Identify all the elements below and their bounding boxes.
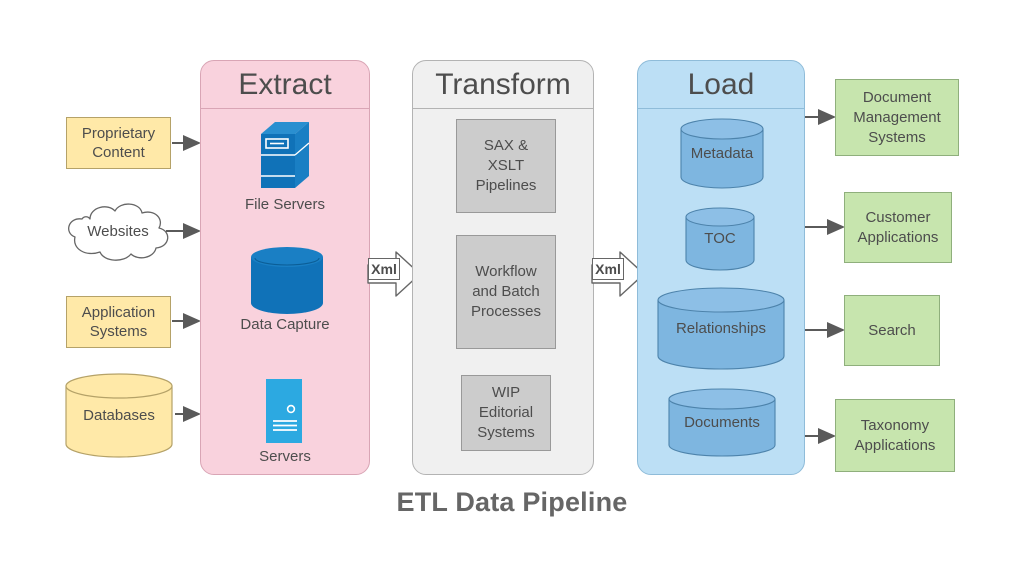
load-item-metadata[interactable]: Metadata bbox=[680, 118, 764, 189]
stage-load[interactable]: Load Metadata TOC Relationships Document… bbox=[637, 60, 805, 475]
source-proprietary-content[interactable]: Proprietary Content bbox=[66, 117, 171, 169]
data-capture-node[interactable] bbox=[249, 246, 325, 314]
source-websites-label: Websites bbox=[87, 222, 149, 240]
stage-extract-header: Extract bbox=[201, 61, 369, 109]
output-document-management-systems-label: Document Management Systems bbox=[853, 88, 941, 146]
source-application-systems-label: Application Systems bbox=[81, 304, 156, 340]
etl-diagram-canvas: Proprietary Content Websites Application… bbox=[0, 0, 1024, 571]
transform-item-sax-xslt-pipelines[interactable]: SAX & XSLT Pipelines bbox=[456, 119, 556, 213]
servers-node[interactable] bbox=[264, 377, 304, 445]
cylinder-icon bbox=[680, 118, 764, 189]
source-application-systems[interactable]: Application Systems bbox=[66, 296, 171, 348]
database-cylinder-icon bbox=[65, 373, 173, 458]
stage-transform-header: Transform bbox=[413, 61, 593, 109]
servers-label: Servers bbox=[259, 448, 311, 465]
load-item-toc[interactable]: TOC bbox=[685, 207, 755, 271]
output-document-management-systems[interactable]: Document Management Systems bbox=[835, 79, 959, 156]
stage-extract[interactable]: Extract File Servers Data Capture Server… bbox=[200, 60, 370, 475]
xml-connector-transform-load-label: Xml bbox=[592, 258, 624, 280]
output-customer-applications-label: Customer Applications bbox=[857, 208, 939, 246]
load-item-documents[interactable]: Documents bbox=[668, 388, 776, 457]
database-cylinder-icon bbox=[251, 247, 323, 314]
transform-item-wip-editorial-systems[interactable]: WIP Editorial Systems bbox=[461, 375, 551, 451]
transform-item-wip-editorial-systems-label: WIP Editorial Systems bbox=[477, 384, 535, 441]
transform-item-workflow-and-batch-processes[interactable]: Workflow and Batch Processes bbox=[456, 235, 556, 349]
stage-load-header: Load bbox=[638, 61, 804, 109]
output-taxonomy-applications[interactable]: Taxonomy Applications bbox=[835, 399, 955, 472]
output-search[interactable]: Search bbox=[844, 295, 940, 366]
rack-server-icon bbox=[266, 379, 302, 443]
output-customer-applications[interactable]: Customer Applications bbox=[844, 192, 952, 263]
file-servers-node[interactable] bbox=[257, 118, 317, 192]
stage-transform[interactable]: Transform SAX & XSLT Pipelines Workflow … bbox=[412, 60, 594, 475]
cylinder-icon bbox=[657, 287, 785, 370]
source-proprietary-content-label: Proprietary Content bbox=[81, 125, 156, 161]
transform-item-workflow-and-batch-processes-label: Workflow and Batch Processes bbox=[470, 263, 542, 320]
output-search-label: Search bbox=[868, 321, 916, 339]
cylinder-icon bbox=[668, 388, 776, 457]
xml-connector-extract-transform-label: Xml bbox=[368, 258, 400, 280]
server-cabinet-icon bbox=[261, 122, 310, 188]
file-servers-label: File Servers bbox=[244, 196, 326, 213]
transform-item-sax-xslt-pipelines-label: SAX & XSLT Pipelines bbox=[475, 137, 537, 194]
load-item-relationships[interactable]: Relationships bbox=[657, 287, 785, 370]
data-capture-label: Data Capture bbox=[240, 316, 330, 333]
cylinder-icon bbox=[685, 207, 755, 271]
source-databases[interactable]: Databases bbox=[64, 373, 174, 458]
page-title: ETL Data Pipeline bbox=[396, 487, 628, 517]
source-websites[interactable]: Websites bbox=[60, 199, 176, 263]
output-taxonomy-applications-label: Taxonomy Applications bbox=[854, 416, 936, 454]
